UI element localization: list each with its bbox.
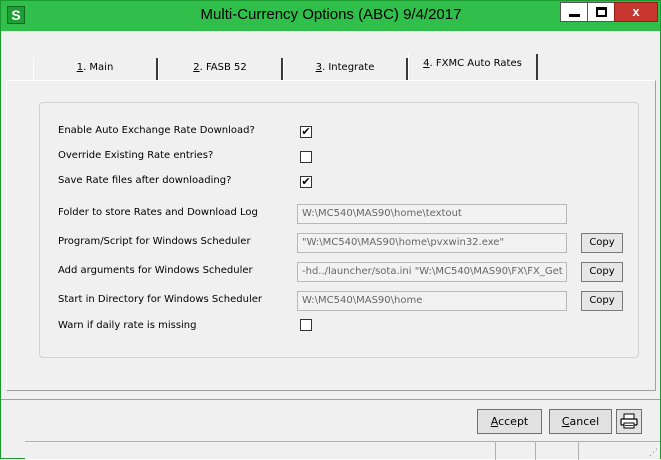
save-files-label: Save Rate files after downloading? bbox=[58, 175, 232, 186]
minimize-icon bbox=[569, 14, 580, 17]
status-bar: ⋰ bbox=[25, 441, 660, 460]
cancel-button[interactable]: Cancel bbox=[549, 409, 612, 434]
tab-main[interactable]: 1. Main bbox=[33, 58, 158, 80]
printer-icon bbox=[620, 413, 638, 429]
status-cell bbox=[535, 442, 536, 460]
tab-fxmc-label: . FXMC Auto Rates bbox=[429, 58, 522, 69]
tab-fasb52[interactable]: 2. FASB 52 bbox=[158, 58, 283, 80]
save-files-checkbox[interactable]: ✔ bbox=[300, 176, 312, 188]
multi-currency-options-window: S Multi-Currency Options (ABC) 9/4/2017 … bbox=[0, 0, 661, 460]
start-dir-field[interactable]: W:\MC540\MAS90\home bbox=[297, 291, 567, 311]
status-cell bbox=[495, 442, 496, 460]
override-checkbox[interactable] bbox=[300, 151, 312, 163]
accept-button[interactable]: Accept bbox=[477, 409, 542, 434]
tab-strip: 1. Main 2. FASB 52 3. Integrate 4. FXMC … bbox=[1, 31, 660, 81]
warn-missing-label: Warn if daily rate is missing bbox=[58, 320, 197, 331]
accept-label: ccept bbox=[498, 415, 529, 428]
resize-grip-icon[interactable]: ⋰ bbox=[649, 448, 658, 458]
enable-auto-label: Enable Auto Exchange Rate Download? bbox=[58, 125, 255, 136]
maximize-button[interactable] bbox=[587, 2, 615, 22]
window-title: Multi-Currency Options (ABC) 9/4/2017 bbox=[200, 6, 462, 23]
close-button[interactable]: x bbox=[614, 2, 658, 22]
cancel-key: C bbox=[561, 415, 570, 428]
folder-label: Folder to store Rates and Download Log bbox=[58, 207, 258, 218]
enable-auto-checkbox[interactable]: ✔ bbox=[300, 126, 312, 138]
title-bar: S Multi-Currency Options (ABC) 9/4/2017 … bbox=[1, 1, 660, 31]
status-cell bbox=[578, 442, 579, 460]
tab-integrate[interactable]: 3. Integrate bbox=[283, 58, 408, 80]
tab-integrate-label: . Integrate bbox=[321, 62, 375, 73]
copy-start-dir-button[interactable]: Copy bbox=[581, 291, 623, 311]
footer-separator bbox=[1, 399, 660, 400]
program-label: Program/Script for Windows Scheduler bbox=[58, 236, 251, 247]
print-button[interactable] bbox=[616, 409, 642, 434]
close-icon: x bbox=[632, 4, 640, 19]
tab-fxmc-auto-rates[interactable]: 4. FXMC Auto Rates bbox=[408, 54, 538, 81]
accept-key: A bbox=[490, 415, 499, 428]
start-dir-label: Start in Directory for Windows Scheduler bbox=[58, 294, 262, 305]
program-field[interactable]: "W:\MC540\MAS90\home\pvxwin32.exe" bbox=[297, 233, 567, 253]
warn-missing-checkbox[interactable] bbox=[300, 319, 312, 331]
tab-main-label: . Main bbox=[83, 62, 114, 73]
app-icon[interactable]: S bbox=[7, 6, 25, 24]
copy-program-button[interactable]: Copy bbox=[581, 233, 623, 253]
maximize-icon bbox=[596, 7, 607, 17]
folder-field[interactable]: W:\MC540\MAS90\home\textout bbox=[297, 204, 567, 224]
cancel-label: ancel bbox=[569, 415, 600, 428]
tab-fasb52-label: . FASB 52 bbox=[199, 62, 247, 73]
copy-arguments-button[interactable]: Copy bbox=[581, 262, 623, 282]
override-label: Override Existing Rate entries? bbox=[58, 150, 214, 161]
arguments-label: Add arguments for Windows Scheduler bbox=[58, 265, 253, 276]
minimize-button[interactable] bbox=[560, 2, 588, 22]
arguments-field[interactable]: -hd../launcher/sota.ini "W:\MC540\MAS90\… bbox=[297, 262, 567, 282]
